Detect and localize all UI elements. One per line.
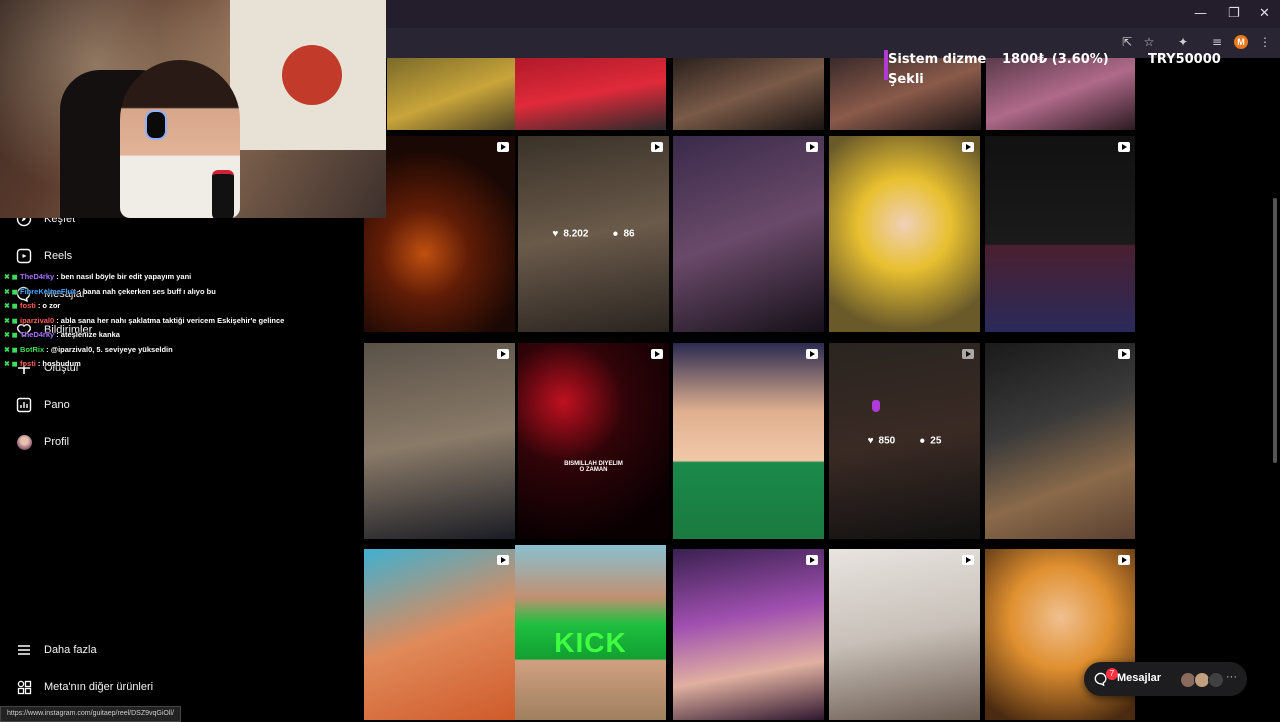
sidebar-item-profile[interactable]: Profil [16,430,69,454]
profile-avatar-button[interactable]: M [1234,35,1248,49]
chat-badge-icon: ✖ ◼ [4,274,18,281]
close-window-button[interactable]: ✕ [1259,6,1270,21]
stock-ticker-overlay: Sistem dizme Şekli 1800₺ (3.60%) TRY5000… [884,50,1221,87]
browser-menu-icon[interactable]: ⋮ [1258,35,1272,49]
more-avatars-icon: ··· [1226,671,1237,683]
extensions-icon[interactable]: ✦ [1176,35,1190,49]
reel-badge-icon [806,142,818,152]
reel-tile[interactable] [829,136,980,332]
chat-message: ✖ ◼ fosti: o zor [4,299,334,314]
reel-tile[interactable] [985,343,1135,539]
scrollbar-thumb[interactable] [1273,198,1277,463]
chat-message: ✖ ◼ BotRix: @iparzival0, 5. seviyeye yüks… [4,343,334,358]
dashboard-icon [16,397,32,413]
reels-icon [16,248,32,264]
like-count: ♥ 850 [867,435,896,447]
reel-tile[interactable]: ♥ 850 ● 25 [829,343,980,539]
menu-icon [16,642,32,658]
headset [145,110,167,140]
reel-stats-overlay: ♥ 850 ● 25 [829,436,980,447]
reel-tile[interactable] [515,58,666,130]
reel-tile[interactable] [364,343,515,539]
minimize-button[interactable]: — [1194,6,1207,21]
sidebar-item-reels[interactable]: Reels [16,244,72,268]
apps-icon [16,679,32,695]
webcam-overlay [0,0,386,218]
chat-badge-icon: ✖ ◼ [4,361,18,368]
reel-badge-icon [497,349,509,359]
sidebar-item-more[interactable]: Daha fazla [16,638,97,662]
reel-badge-icon [806,555,818,565]
chat-message: ✖ ◼ FibreKelmeFlux: bana nah çekerken ses… [4,285,334,300]
reel-tile[interactable] [364,549,515,720]
sidebar-item-label: Meta'nın diğer ürünleri [44,681,154,693]
comment-count: ● 25 [919,435,942,447]
comment-count: ● 86 [612,228,635,240]
microphone [212,170,234,218]
sidebar-item-label: Daha fazla [44,644,97,656]
reel-badge-icon [651,142,663,152]
messages-label: Mesajlar [1117,672,1162,684]
reel-tile[interactable]: ♥ 8.202 ● 86 [518,136,669,332]
maximize-button[interactable]: ❐ [1228,6,1240,21]
profile-avatar [16,434,32,450]
messages-floating-button[interactable]: 7 Mesajlar ··· [1084,662,1247,696]
chat-message: ✖ ◼ fosti: hoşbudum [4,357,334,372]
reel-tile[interactable] [829,549,980,720]
comment-icon: ● [612,228,619,240]
chat-badge-icon: ✖ ◼ [4,303,18,310]
heart-icon: ♥ [552,228,559,240]
chat-message: ✖ ◼ TheD4rky: ateşlenize kanka [4,328,334,343]
sidebar-item-label: Profil [44,436,70,448]
stream-chat-overlay: ✖ ◼ TheD4rky: ben nasıl böyle bir edit ya… [4,270,334,372]
reel-badge-icon [806,349,818,359]
like-count: ♥ 8.202 [552,228,589,240]
media-controls-icon[interactable]: ≡ [1210,35,1224,49]
reel-badge-icon [651,349,663,359]
install-app-icon[interactable]: ⇱ [1120,35,1134,49]
reel-tile[interactable] [364,136,515,332]
reel-badge-icon [962,142,974,152]
sidebar-item-label: Pano [44,399,70,411]
sidebar-item-meta-products[interactable]: Meta'nın diğer ürünleri [16,675,153,699]
sidebar-item-label: Reels [44,250,73,262]
chat-badge-icon: ✖ ◼ [4,332,18,339]
reel-tile[interactable] [673,549,824,720]
comment-icon: ● [919,435,926,447]
reel-caption: BISMILLAH DIYELIM O ZAMAN [564,461,623,473]
chat-badge-icon: ✖ ◼ [4,317,18,325]
reel-tile[interactable] [673,58,824,130]
reels-grid: ♥ 8.202 ● 86 BISMILLAH DIYELIM O ZAMAN ♥ 85… [360,58,1135,720]
reel-badge-icon [1118,349,1130,359]
reel-tile[interactable] [673,136,824,332]
reel-tile[interactable]: KICK [515,545,666,720]
ticker-total: TRY50000 [1148,52,1221,67]
chat-message: ✖ ◼ iparzival0: abla sana her nahı şaklat… [4,314,334,329]
reel-badge-icon [497,142,509,152]
ticker-name: Sistem dizme Şekli [888,52,987,87]
avatar [1208,672,1224,688]
reel-stats-overlay: ♥ 8.202 ● 86 [518,229,669,240]
reel-badge-icon [962,555,974,565]
reel-badge-icon [1118,555,1130,565]
reel-badge-icon [962,349,974,359]
reel-tile[interactable] [673,343,824,539]
chat-badge-icon: ✖ ◼ [4,288,18,296]
chat-message: ✖ ◼ TheD4rky: ben nasıl böyle bir edit ya… [4,270,334,285]
ticker-value: 1800₺ (3.60%) [1002,52,1109,67]
heart-icon: ♥ [867,435,874,447]
kick-logo: KICK [554,627,627,658]
page-scrollbar[interactable] [1270,58,1280,720]
bookmark-star-icon[interactable]: ☆ [1142,35,1156,49]
mouse-cursor [872,400,880,412]
sidebar-item-dashboard[interactable]: Pano [16,393,70,417]
chat-badge-icon: ✖ ◼ [4,346,18,354]
reel-badge-icon [1118,142,1130,152]
flag-sun [282,45,342,105]
reel-badge-icon [497,555,509,565]
reel-tile[interactable] [985,136,1135,332]
reel-tile[interactable]: BISMILLAH DIYELIM O ZAMAN [518,343,669,539]
